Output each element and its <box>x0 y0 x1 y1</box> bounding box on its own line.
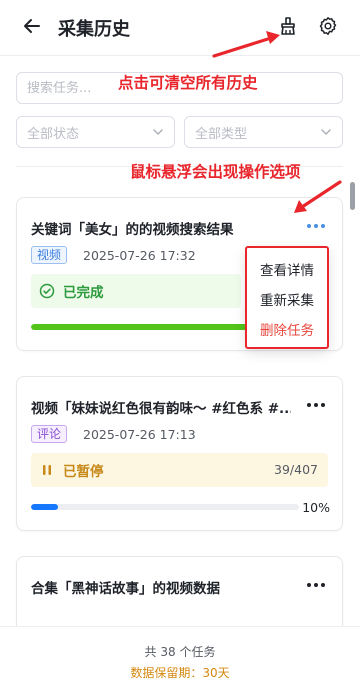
type-filter-select[interactable]: 全部类型 <box>184 116 343 148</box>
menu-item-recollect[interactable]: 重新采集 <box>247 286 327 316</box>
chevron-down-icon <box>152 123 164 142</box>
task-status: 已完成 <box>31 274 241 308</box>
broom-icon <box>278 16 298 40</box>
retention-notice: 数据保留期：30天 <box>130 666 230 680</box>
status-label: 已完成 <box>63 285 104 301</box>
type-filter-value: 全部类型 <box>195 126 248 142</box>
task-card[interactable]: 视频「妹妹说红色很有韵味～ #红色系 #... 评论 2025-07-26 17… <box>16 376 343 531</box>
task-card[interactable]: 合集「黑神话故事」的视频数据 <box>16 556 343 636</box>
task-time: 2025-07-26 17:32 <box>83 248 196 263</box>
task-time: 2025-07-26 17:13 <box>83 427 196 442</box>
task-total: 共 38 个任务 <box>144 645 216 659</box>
arrow-left-icon <box>23 17 41 39</box>
status-label: 已暂停 <box>63 464 104 480</box>
menu-item-delete-task[interactable]: 删除任务 <box>247 316 327 346</box>
progress-fill <box>31 504 58 510</box>
task-type-tag: 视频 <box>31 246 68 264</box>
status-filter-value: 全部状态 <box>27 126 80 142</box>
task-count: 39/407 <box>274 462 318 477</box>
task-options-menu: 查看详情 重新采集 删除任务 <box>245 246 329 349</box>
pause-icon <box>39 462 55 478</box>
clear-history-button[interactable] <box>276 16 300 40</box>
task-title: 合集「黑神话故事」的视频数据 <box>31 581 220 597</box>
task-title: 关键词「美女」的的视频搜索结果 <box>31 222 234 238</box>
progress-bar <box>31 504 299 510</box>
more-options-button[interactable] <box>304 395 328 415</box>
page-title: 采集历史 <box>58 19 130 40</box>
check-circle-icon <box>39 283 55 299</box>
more-dots-icon <box>307 224 311 228</box>
settings-button[interactable] <box>316 16 340 40</box>
scrollbar-thumb[interactable] <box>350 182 355 210</box>
menu-item-view-details[interactable]: 查看详情 <box>247 256 327 286</box>
progress-percent: 10% <box>302 500 330 515</box>
app-header: 采集历史 <box>0 0 360 56</box>
task-title: 视频「妹妹说红色很有韵味～ #红色系 #... <box>31 401 291 417</box>
more-options-button[interactable] <box>304 216 328 236</box>
annotation-hover-hint: 鼠标悬浮会出现操作选项 <box>130 163 301 181</box>
more-options-button[interactable] <box>304 575 328 595</box>
gear-icon <box>318 16 338 40</box>
more-dots-icon <box>307 583 311 587</box>
annotation-clear-hint: 点击可清空所有历史 <box>118 74 258 92</box>
task-status: 已暂停 39/407 <box>31 453 328 487</box>
task-type-tag: 评论 <box>31 425 68 443</box>
back-button[interactable] <box>20 16 44 40</box>
progress-fill <box>31 324 261 330</box>
footer: 共 38 个任务 数据保留期：30天 <box>0 626 360 695</box>
status-filter-select[interactable]: 全部状态 <box>16 116 175 148</box>
more-dots-icon <box>307 403 311 407</box>
chevron-down-icon <box>320 123 332 142</box>
progress-bar <box>31 324 261 330</box>
